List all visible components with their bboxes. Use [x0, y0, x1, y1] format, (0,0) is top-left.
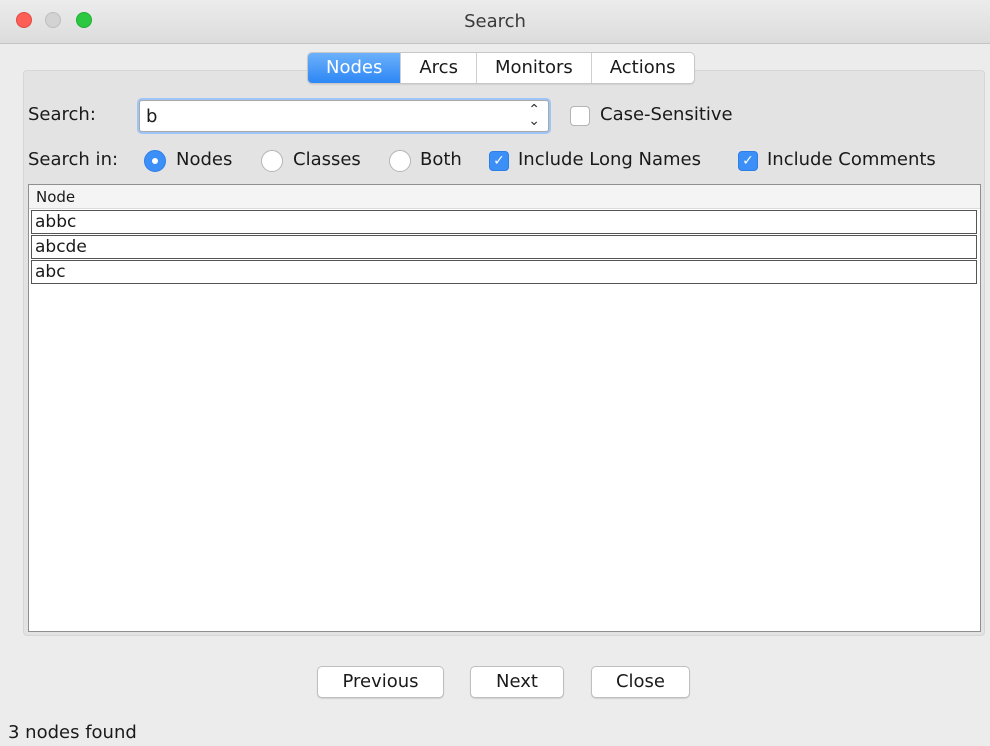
include-comments-checkbox[interactable]: ✓ — [738, 151, 758, 171]
tab-nodes[interactable]: Nodes — [308, 53, 402, 83]
tab-monitors[interactable]: Monitors — [477, 53, 592, 83]
include-long-names-checkbox[interactable]: ✓ — [489, 151, 509, 171]
status-text: 3 nodes found — [8, 722, 137, 743]
next-button[interactable]: Next — [470, 666, 564, 698]
search-input-value: b — [146, 106, 158, 127]
tab-actions[interactable]: Actions — [592, 53, 694, 83]
window-title: Search — [464, 11, 526, 32]
tab-bar: Nodes Arcs Monitors Actions — [307, 52, 695, 84]
radio-both[interactable] — [389, 150, 411, 172]
tab-arcs[interactable]: Arcs — [401, 53, 477, 83]
radio-classes-label: Classes — [293, 149, 361, 170]
dropdown-stepper-icon[interactable]: ⌃ ⌄ — [528, 103, 540, 128]
radio-nodes-label: Nodes — [176, 149, 233, 170]
results-table: Node abbc abcde abc — [28, 184, 981, 632]
table-row[interactable]: abc — [31, 260, 977, 284]
title-bar: Search — [0, 0, 990, 44]
search-in-label: Search in: — [28, 149, 119, 170]
search-input[interactable]: b ⌃ ⌄ — [139, 100, 549, 132]
table-row[interactable]: abcde — [31, 235, 977, 259]
table-row[interactable]: abbc — [31, 210, 977, 234]
close-button[interactable]: Close — [591, 666, 690, 698]
case-sensitive-label: Case-Sensitive — [600, 104, 733, 125]
include-comments-label: Include Comments — [767, 149, 936, 170]
case-sensitive-checkbox[interactable] — [570, 106, 590, 126]
include-long-names-label: Include Long Names — [518, 149, 702, 170]
previous-button[interactable]: Previous — [317, 666, 444, 698]
search-label: Search: — [28, 104, 96, 125]
radio-nodes[interactable] — [144, 150, 166, 172]
radio-classes[interactable] — [261, 150, 283, 172]
table-header-node[interactable]: Node — [29, 185, 980, 209]
radio-both-label: Both — [420, 149, 462, 170]
